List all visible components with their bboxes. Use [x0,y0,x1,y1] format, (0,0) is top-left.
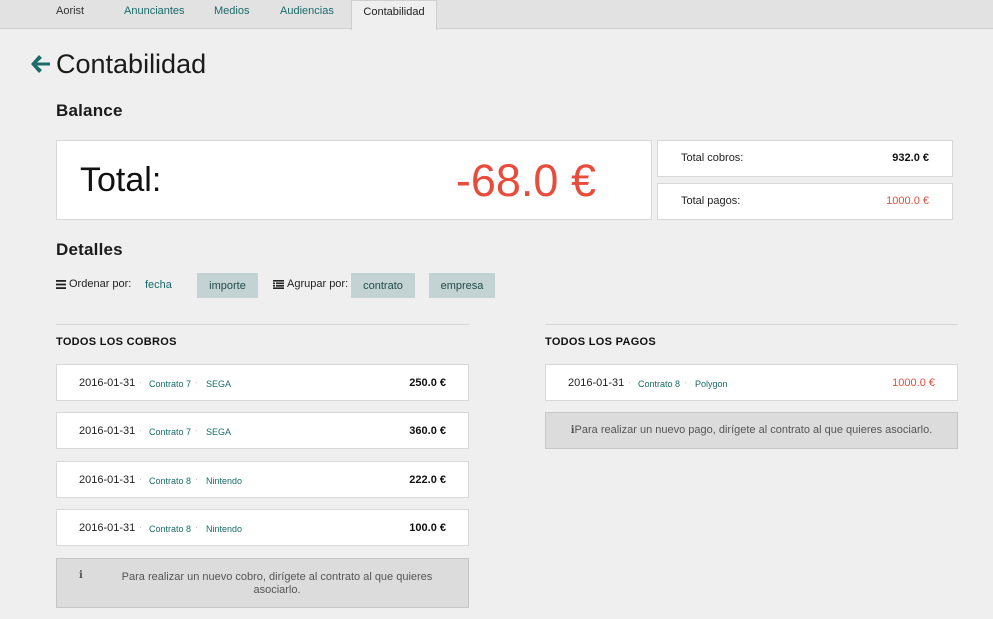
entry-date: 2016-01-31 [79,377,136,389]
new-pago-info-text: iPara realizar un nuevo pago, dirígete a… [546,424,957,436]
new-cobro-info-text: Para realizar un nuevo cobro, dirígete a… [97,571,457,597]
new-pago-info: iPara realizar un nuevo pago, dirígete a… [545,412,958,449]
separator: · [139,474,142,484]
company-link[interactable]: Polygon [695,379,728,389]
entry-amount: 250.0 € [409,377,446,389]
total-cobros-card: Total cobros: 932.0 € [657,140,953,177]
separator: · [628,377,631,387]
arrow-left-icon[interactable] [28,52,52,76]
contract-link[interactable]: Contrato 8 [638,379,680,389]
cobro-row[interactable]: 2016-01-31 · Contrato 8 · Nintendo 222.0… [56,461,469,498]
group-contrato-button[interactable]: contrato [351,273,415,298]
info-line-2: asociarlo. [253,584,301,596]
nav-link-medios[interactable]: Medios [214,5,249,17]
company-link[interactable]: Nintendo [206,476,242,486]
company-link[interactable]: SEGA [206,379,231,389]
entry-amount: 100.0 € [409,522,446,534]
info-icon: i [79,570,83,581]
contract-link[interactable]: Contrato 7 [149,379,191,389]
nav-link-audiencias[interactable]: Audiencias [280,5,334,17]
total-value: -68.0 € [455,155,596,206]
cobros-title: TODOS LOS COBROS [56,336,177,348]
details-title: Detalles [56,240,123,259]
sort-by-label: Ordenar por: [56,278,131,290]
total-label: Total: [80,161,162,199]
separator: · [195,377,198,387]
group-list-icon [273,279,284,289]
company-link[interactable]: Nintendo [206,524,242,534]
pago-row[interactable]: 2016-01-31 · Contrato 8 · Polygon 1000.0… [545,364,958,401]
entry-amount: 360.0 € [409,425,446,437]
nav-link-anunciantes[interactable]: Anunciantes [124,5,185,17]
entry-amount: 1000.0 € [892,377,935,389]
page-title: Contabilidad [56,49,207,79]
group-by-text: Agrupar por: [287,278,349,290]
info-text: Para realizar un nuevo pago, dirígete al… [574,424,933,436]
contract-link[interactable]: Contrato 8 [149,476,191,486]
separator: · [684,377,687,387]
new-cobro-info: i Para realizar un nuevo cobro, dirígete… [56,558,469,608]
separator: · [195,474,198,484]
info-line-1: Para realizar un nuevo cobro, dirígete a… [121,571,433,583]
separator: · [139,377,142,387]
total-balance-card: Total: -68.0 € [56,140,652,220]
total-pagos-card: Total pagos: 1000.0 € [657,183,953,220]
cobro-row[interactable]: 2016-01-31 · Contrato 8 · Nintendo 100.0… [56,509,469,546]
sort-fecha-link[interactable]: fecha [145,279,172,291]
list-icon [56,279,66,289]
entry-amount: 222.0 € [409,474,446,486]
brand-logo[interactable]: Aorist [56,5,84,17]
pagos-divider [545,324,958,325]
separator: · [195,425,198,435]
entry-date: 2016-01-31 [79,474,136,486]
entry-date: 2016-01-31 [568,377,625,389]
group-by-label: Agrupar por: [273,278,348,290]
group-empresa-button[interactable]: empresa [429,273,495,298]
company-link[interactable]: SEGA [206,427,231,437]
sort-importe-button[interactable]: importe [197,273,258,298]
top-navbar: Aorist Anunciantes Medios Audiencias Con… [0,0,993,30]
entry-date: 2016-01-31 [79,425,136,437]
pagos-title: TODOS LOS PAGOS [545,336,657,348]
sort-by-text: Ordenar por: [69,278,132,290]
contract-link[interactable]: Contrato 8 [149,524,191,534]
separator: · [139,522,142,532]
nav-tab-contabilidad[interactable]: Contabilidad [351,0,437,30]
balance-title: Balance [56,101,123,120]
total-cobros-value: 932.0 € [892,152,929,164]
total-pagos-label: Total pagos: [681,195,741,207]
separator: · [139,425,142,435]
total-cobros-label: Total cobros: [681,152,744,164]
contract-link[interactable]: Contrato 7 [149,427,191,437]
cobros-divider [56,324,469,325]
separator: · [195,522,198,532]
entry-date: 2016-01-31 [79,522,136,534]
cobro-row[interactable]: 2016-01-31 · Contrato 7 · SEGA 250.0 € [56,364,469,401]
cobro-row[interactable]: 2016-01-31 · Contrato 7 · SEGA 360.0 € [56,412,469,449]
total-pagos-value: 1000.0 € [886,195,929,207]
